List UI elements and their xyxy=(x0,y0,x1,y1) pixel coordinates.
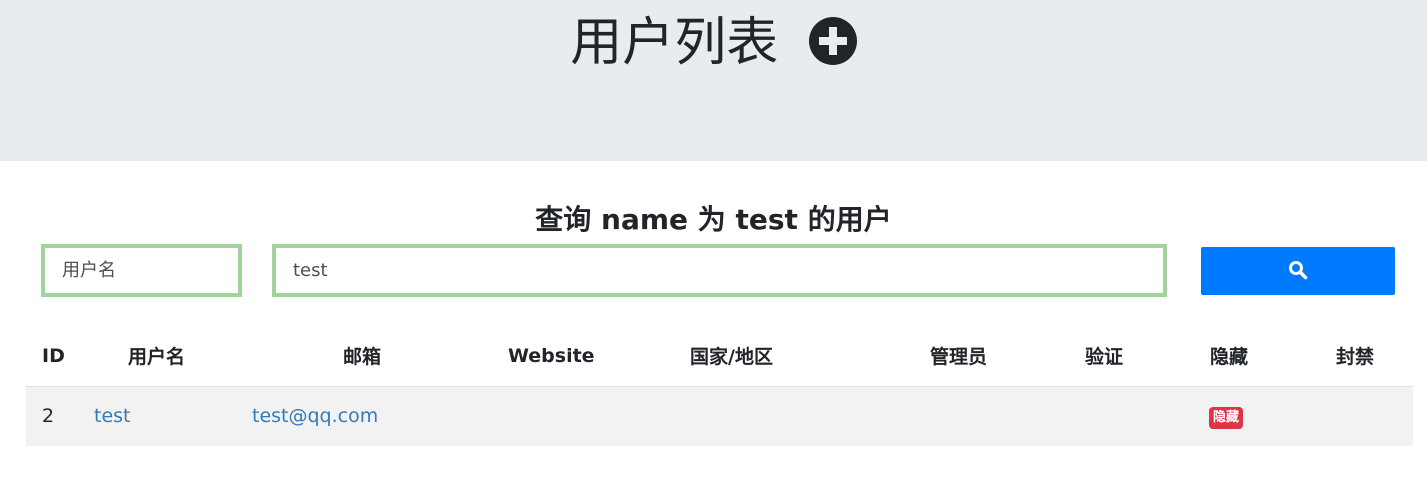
plus-circle-icon[interactable] xyxy=(808,16,857,65)
users-table: ID 用户名 邮箱 Website 国家/地区 管理员 验证 隐藏 封禁 2 t… xyxy=(26,326,1413,446)
cell-banned xyxy=(1331,386,1413,446)
page-title-text: 用户列表 xyxy=(570,13,779,73)
cell-verified xyxy=(1080,386,1206,446)
username-link[interactable]: test xyxy=(94,405,131,427)
cell-website xyxy=(504,386,690,446)
column-header-banned: 封禁 xyxy=(1331,326,1413,387)
column-header-hidden: 隐藏 xyxy=(1206,326,1331,387)
email-link[interactable]: test@qq.com xyxy=(252,405,378,427)
column-header-website: Website xyxy=(504,326,690,387)
column-header-username: 用户名 xyxy=(94,326,252,387)
cell-id: 2 xyxy=(26,386,94,446)
page-title: 用户列表 xyxy=(0,8,1427,75)
column-header-country: 国家/地区 xyxy=(690,326,930,387)
cell-country xyxy=(690,386,930,446)
hidden-badge: 隐藏 xyxy=(1209,406,1244,429)
query-heading: 查询 name 为 test 的用户 xyxy=(535,203,892,236)
cell-admin xyxy=(930,386,1080,446)
search-icon xyxy=(1288,260,1308,283)
search-field-select[interactable]: 用户名 xyxy=(41,244,242,297)
column-header-id: ID xyxy=(26,326,94,387)
column-header-admin: 管理员 xyxy=(930,326,1080,387)
column-header-email: 邮箱 xyxy=(252,326,504,387)
header-banner: 用户列表 xyxy=(0,0,1427,161)
column-header-verified: 验证 xyxy=(1080,326,1206,387)
table-header-row: ID 用户名 邮箱 Website 国家/地区 管理员 验证 隐藏 封禁 xyxy=(26,326,1413,387)
search-button[interactable] xyxy=(1201,247,1395,295)
search-input[interactable] xyxy=(272,244,1167,297)
table-row: 2 test test@qq.com 隐藏 xyxy=(26,386,1413,446)
